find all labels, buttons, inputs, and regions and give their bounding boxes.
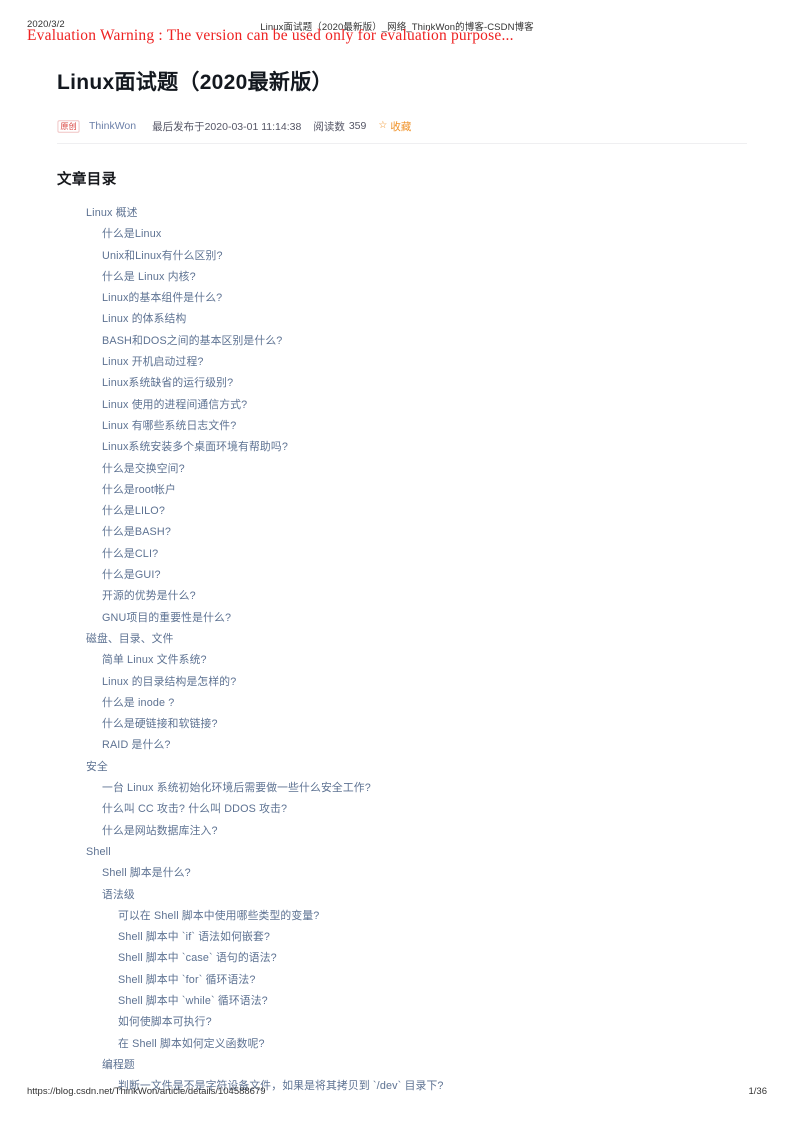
toc-link[interactable]: Linux 有哪些系统日志文件? bbox=[57, 416, 747, 437]
toc-link[interactable]: 什么是网站数据库注入? bbox=[57, 821, 747, 842]
toc-link[interactable]: 什么是Linux bbox=[57, 224, 747, 245]
toc-link[interactable]: 什么是BASH? bbox=[57, 522, 747, 543]
toc-link[interactable]: 语法级 bbox=[57, 885, 747, 906]
article-container: Linux面试题（2020最新版） 原创 ThinkWon 最后发布于2020-… bbox=[57, 68, 747, 1097]
toc-link[interactable]: 简单 Linux 文件系统? bbox=[57, 650, 747, 671]
toc-link[interactable]: 什么是CLI? bbox=[57, 544, 747, 565]
toc-link[interactable]: 安全 bbox=[57, 757, 747, 778]
print-footer-page-number: 1/36 bbox=[748, 1086, 768, 1097]
toc-link[interactable]: 编程题 bbox=[57, 1055, 747, 1076]
print-footer-url: https://blog.csdn.net/ThinkWon/article/d… bbox=[27, 1086, 266, 1097]
toc-link[interactable]: Shell 脚本中 `if` 语法如何嵌套? bbox=[57, 927, 747, 948]
toc-link[interactable]: 什么是GUI? bbox=[57, 565, 747, 586]
toc-link[interactable]: Shell 脚本中 `while` 循环语法? bbox=[57, 991, 747, 1012]
toc-link[interactable]: 开源的优势是什么? bbox=[57, 586, 747, 607]
toc-link[interactable]: Shell bbox=[57, 842, 747, 863]
toc-link[interactable]: Linux系统缺省的运行级别? bbox=[57, 373, 747, 394]
toc-link[interactable]: Linux 概述 bbox=[57, 203, 747, 224]
toc-link[interactable]: Linux的基本组件是什么? bbox=[57, 288, 747, 309]
evaluation-warning-watermark: Evaluation Warning : The version can be … bbox=[27, 27, 514, 44]
toc-heading: 文章目录 bbox=[57, 172, 117, 188]
toc-link[interactable]: Linux 使用的进程间通信方式? bbox=[57, 395, 747, 416]
original-badge: 原创 bbox=[57, 119, 80, 133]
toc-link[interactable]: 什么叫 CC 攻击? 什么叫 DDOS 攻击? bbox=[57, 799, 747, 820]
pdf-page: { "print_header": { "date": "2020/3/2", … bbox=[0, 0, 794, 1123]
toc-link[interactable]: Unix和Linux有什么区别? bbox=[57, 246, 747, 267]
toc-link[interactable]: Shell 脚本中 `for` 循环语法? bbox=[57, 970, 747, 991]
toc-link[interactable]: Linux 的目录结构是怎样的? bbox=[57, 672, 747, 693]
toc-link[interactable]: 什么是root帐户 bbox=[57, 480, 747, 501]
favorite-button[interactable]: ☆ 收藏 bbox=[378, 119, 411, 134]
page-title: Linux面试题（2020最新版） bbox=[57, 71, 333, 94]
toc-link[interactable]: 什么是 Linux 内核? bbox=[57, 267, 747, 288]
toc-link[interactable]: 可以在 Shell 脚本中使用哪些类型的变量? bbox=[57, 906, 747, 927]
toc-link[interactable]: 如何使脚本可执行? bbox=[57, 1012, 747, 1033]
read-count-value: 359 bbox=[348, 120, 367, 132]
toc-link[interactable]: Shell 脚本中 `case` 语句的语法? bbox=[57, 948, 747, 969]
article-meta-row: 原创 ThinkWon 最后发布于2020-03-01 11:14:38 阅读数… bbox=[57, 118, 747, 134]
toc-list: Linux 概述 什么是Linux Unix和Linux有什么区别? 什么是 Linu… bbox=[57, 203, 747, 1097]
toc-link[interactable]: Linux系统安装多个桌面环境有帮助吗? bbox=[57, 437, 747, 458]
toc-link[interactable]: 什么是交换空间? bbox=[57, 459, 747, 480]
toc-link[interactable]: 什么是 inode ? bbox=[57, 693, 747, 714]
toc-link[interactable]: Linux 开机启动过程? bbox=[57, 352, 747, 373]
toc-link[interactable]: Shell 脚本是什么? bbox=[57, 863, 747, 884]
author-link[interactable]: ThinkWon bbox=[89, 120, 136, 132]
toc-link[interactable]: GNU项目的重要性是什么? bbox=[57, 608, 747, 629]
toc-link[interactable]: 在 Shell 脚本如何定义函数呢? bbox=[57, 1034, 747, 1055]
toc-link[interactable]: 什么是硬链接和软链接? bbox=[57, 714, 747, 735]
toc-link[interactable]: 什么是LILO? bbox=[57, 501, 747, 522]
toc-link[interactable]: 磁盘、目录、文件 bbox=[57, 629, 747, 650]
publish-date: 最后发布于2020-03-01 11:14:38 bbox=[152, 120, 302, 133]
toc-link[interactable]: 一台 Linux 系统初始化环境后需要做一些什么安全工作? bbox=[57, 778, 747, 799]
read-count-label: 阅读数 bbox=[313, 120, 345, 133]
print-footer: https://blog.csdn.net/ThinkWon/article/d… bbox=[0, 1086, 794, 1100]
toc-link[interactable]: RAID 是什么? bbox=[57, 735, 747, 756]
meta-divider bbox=[57, 143, 747, 144]
toc-link[interactable]: Linux 的体系结构 bbox=[57, 309, 747, 330]
favorite-label: 收藏 bbox=[390, 120, 412, 133]
toc-link[interactable]: BASH和DOS之间的基本区别是什么? bbox=[57, 331, 747, 352]
star-icon: ☆ bbox=[378, 120, 388, 131]
